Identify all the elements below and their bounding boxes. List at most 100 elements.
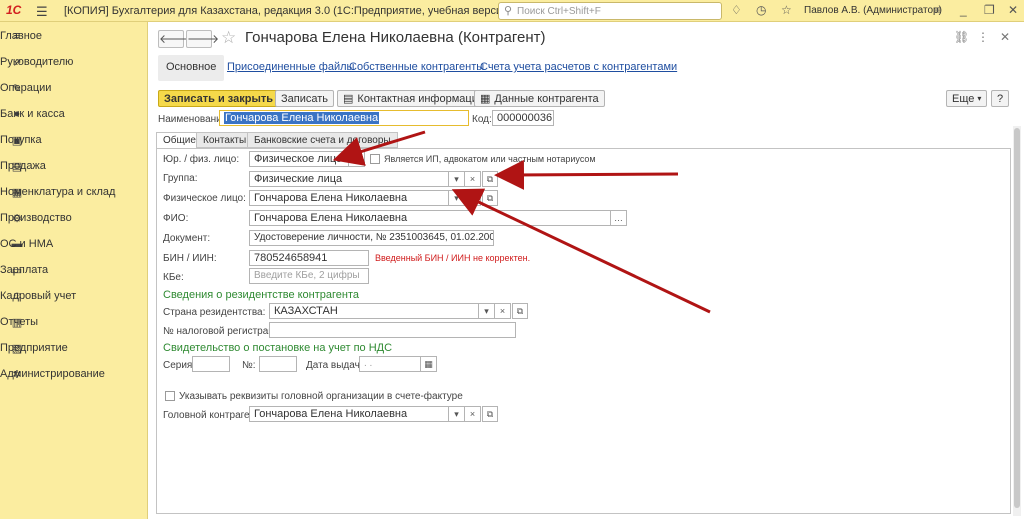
sidebar-item-label: Покупка (0, 134, 42, 146)
tab-bank-accounts[interactable]: Банковские счета и договоры (247, 132, 398, 148)
sidebar-item-hr[interactable]: ☺ Кадровый учет (0, 284, 148, 308)
clear-icon[interactable]: × (465, 171, 481, 187)
minimize-icon[interactable]: _ (960, 3, 967, 17)
clear-icon[interactable]: × (465, 190, 481, 206)
sidebar-item-operations[interactable]: ✎ Операции (0, 76, 148, 100)
save-and-close-button[interactable]: Записать и закрыть (158, 90, 280, 107)
series-field[interactable] (192, 356, 230, 372)
sidebar-item-label: Отчеты (0, 316, 39, 328)
open-icon[interactable]: ⧉ (482, 171, 498, 187)
page-title: Гончарова Елена Николаевна (Контрагент) (245, 29, 546, 46)
sidebar-item-label: Главное (0, 30, 43, 42)
forward-button[interactable]: 🡒 (186, 30, 219, 48)
sidebar-item-main[interactable]: ≡ Главное (0, 24, 148, 48)
search-placeholder: Поиск Ctrl+Shift+F (517, 6, 601, 17)
section-settlement-accounts[interactable]: Счета учета расчетов с контрагентами (480, 61, 677, 73)
save-button[interactable]: Записать (275, 90, 335, 107)
close-form-icon[interactable]: ✕ (1000, 30, 1010, 44)
head-org-checkbox-label: Указывать реквизиты головной организации… (179, 391, 463, 402)
code-field[interactable]: 000000036 (492, 110, 554, 126)
vat-section-header: Свидетельство о постановке на учет по НД… (163, 342, 393, 354)
more-options-icon[interactable]: ⋮ (977, 30, 989, 44)
sidebar-item-admin[interactable]: ✲ Администрирование (0, 362, 148, 386)
history-icon[interactable]: ◷ (756, 3, 766, 17)
series-label: Серия: (163, 360, 196, 371)
name-value: Гончарова Елена Николаевна (224, 112, 380, 124)
document-field[interactable]: Удостоверение личности, № 2351003645, 01… (249, 230, 494, 246)
more-button[interactable]: Еще ▾ (946, 90, 988, 107)
sidebar-item-fixed-assets[interactable]: ▬ ОС и НМА (0, 232, 148, 256)
document-label: Документ: (163, 233, 211, 244)
dropdown-arrow-icon[interactable]: ▾ (449, 406, 465, 422)
kbe-field[interactable]: Введите КБе, 2 цифры (249, 268, 369, 284)
hamburger-menu-icon[interactable]: ☰ (36, 4, 48, 20)
number-field[interactable] (259, 356, 297, 372)
dropdown-arrow-icon[interactable]: ▾ (449, 190, 465, 206)
sidebar-item-label: Руководителю (0, 56, 74, 68)
help-button[interactable]: ? (991, 90, 1010, 107)
title-bar: 1С ☰ [КОПИЯ] Бухгалтерия для Казахстана,… (0, 0, 1024, 22)
section-own-counterparties[interactable]: Собственные контрагенты (349, 61, 484, 73)
star-icon[interactable]: ☆ (781, 3, 792, 17)
contact-card-icon: ▤ (343, 93, 354, 105)
person-field[interactable]: Гончарова Елена Николаевна (249, 190, 449, 206)
sidebar-item-nomenclature[interactable]: ▦ Номенклатура и склад (0, 180, 148, 204)
head-org-checkbox[interactable] (165, 391, 175, 401)
clear-icon[interactable]: × (495, 303, 511, 319)
number-label: №: (242, 360, 256, 371)
sidebar-item-bank[interactable]: ● Банк и касса (0, 102, 148, 126)
dropdown-arrow-icon[interactable]: ▾ (479, 303, 495, 319)
kbe-label: КБе: (163, 272, 184, 283)
search-icon: ⚲ (504, 5, 513, 17)
restore-icon[interactable]: ❐ (984, 3, 995, 17)
counterparty-data-button[interactable]: ▦ Данные контрагента (474, 90, 605, 107)
ip-checkbox[interactable] (370, 154, 380, 164)
sidebar-item-label: Продажа (0, 160, 46, 172)
clear-icon[interactable]: × (465, 406, 481, 422)
sidebar-item-salary[interactable]: ▭ Зарплата (0, 258, 148, 282)
vertical-scrollbar[interactable] (1013, 126, 1021, 516)
legal-type-select[interactable]: Физическое лицо (249, 151, 349, 167)
code-label: Код: (472, 114, 492, 125)
current-user[interactable]: Павлов А.В. (Администратор) (804, 5, 942, 16)
bell-icon[interactable]: ♢ (731, 3, 742, 17)
contact-info-button[interactable]: ▤ Контактная информация (337, 90, 490, 107)
tax-registration-field[interactable] (269, 322, 516, 338)
sidebar-item-sales[interactable]: ▤ Продажа (0, 154, 148, 178)
sidebar-item-enterprise[interactable]: ▧ Предприятие (0, 336, 148, 360)
calendar-icon[interactable]: ▦ (421, 356, 437, 372)
issue-date-field[interactable]: . . (359, 356, 421, 372)
open-icon[interactable]: ⧉ (482, 190, 498, 206)
group-field[interactable]: Физические лица (249, 171, 449, 187)
sidebar-item-manager[interactable]: ↗ Руководителю (0, 50, 148, 74)
sidebar-item-purchase[interactable]: ▣ Покупка (0, 128, 148, 152)
open-icon[interactable]: ⧉ (482, 406, 498, 422)
sidebar-item-label: Операции (0, 82, 52, 94)
close-icon[interactable]: ✕ (1008, 3, 1018, 17)
head-counterparty-field[interactable]: Гончарова Елена Николаевна (249, 406, 449, 422)
counterparty-data-label: Данные контрагента (494, 92, 599, 105)
open-icon[interactable]: ⧉ (512, 303, 528, 319)
section-attached-files[interactable]: Присоединенные файлы (227, 61, 354, 73)
link-icon[interactable]: ⛓ (954, 30, 969, 44)
app-logo: 1С (6, 3, 22, 17)
global-search-input[interactable]: ⚲ Поиск Ctrl+Shift+F (498, 2, 722, 20)
settings-menu-icon[interactable]: ≡ (934, 3, 941, 17)
bin-field[interactable]: 780524658941 (249, 250, 369, 266)
favorite-star-icon[interactable]: ☆ (221, 28, 236, 48)
back-button[interactable]: 🡐 (158, 30, 191, 48)
country-field[interactable]: КАЗАХСТАН (269, 303, 479, 319)
name-field[interactable]: Гончарова Елена Николаевна (219, 110, 469, 126)
sidebar-item-production[interactable]: ⚙ Производство (0, 206, 148, 230)
more-label: Еще (952, 92, 975, 105)
section-main[interactable]: Основное (158, 55, 225, 81)
ellipsis-icon[interactable]: … (611, 210, 627, 226)
scrollbar-thumb[interactable] (1014, 128, 1020, 508)
dropdown-arrow-icon[interactable]: ▾ (349, 151, 365, 167)
dropdown-arrow-icon[interactable]: ▾ (449, 171, 465, 187)
chevron-down-icon: ▾ (977, 94, 982, 103)
fio-field[interactable]: Гончарова Елена Николаевна (249, 210, 611, 226)
sidebar-item-label: Кадровый учет (0, 290, 77, 302)
tab-contacts[interactable]: Контакты (196, 132, 254, 148)
sidebar-item-reports[interactable]: ▥ Отчеты (0, 310, 148, 334)
